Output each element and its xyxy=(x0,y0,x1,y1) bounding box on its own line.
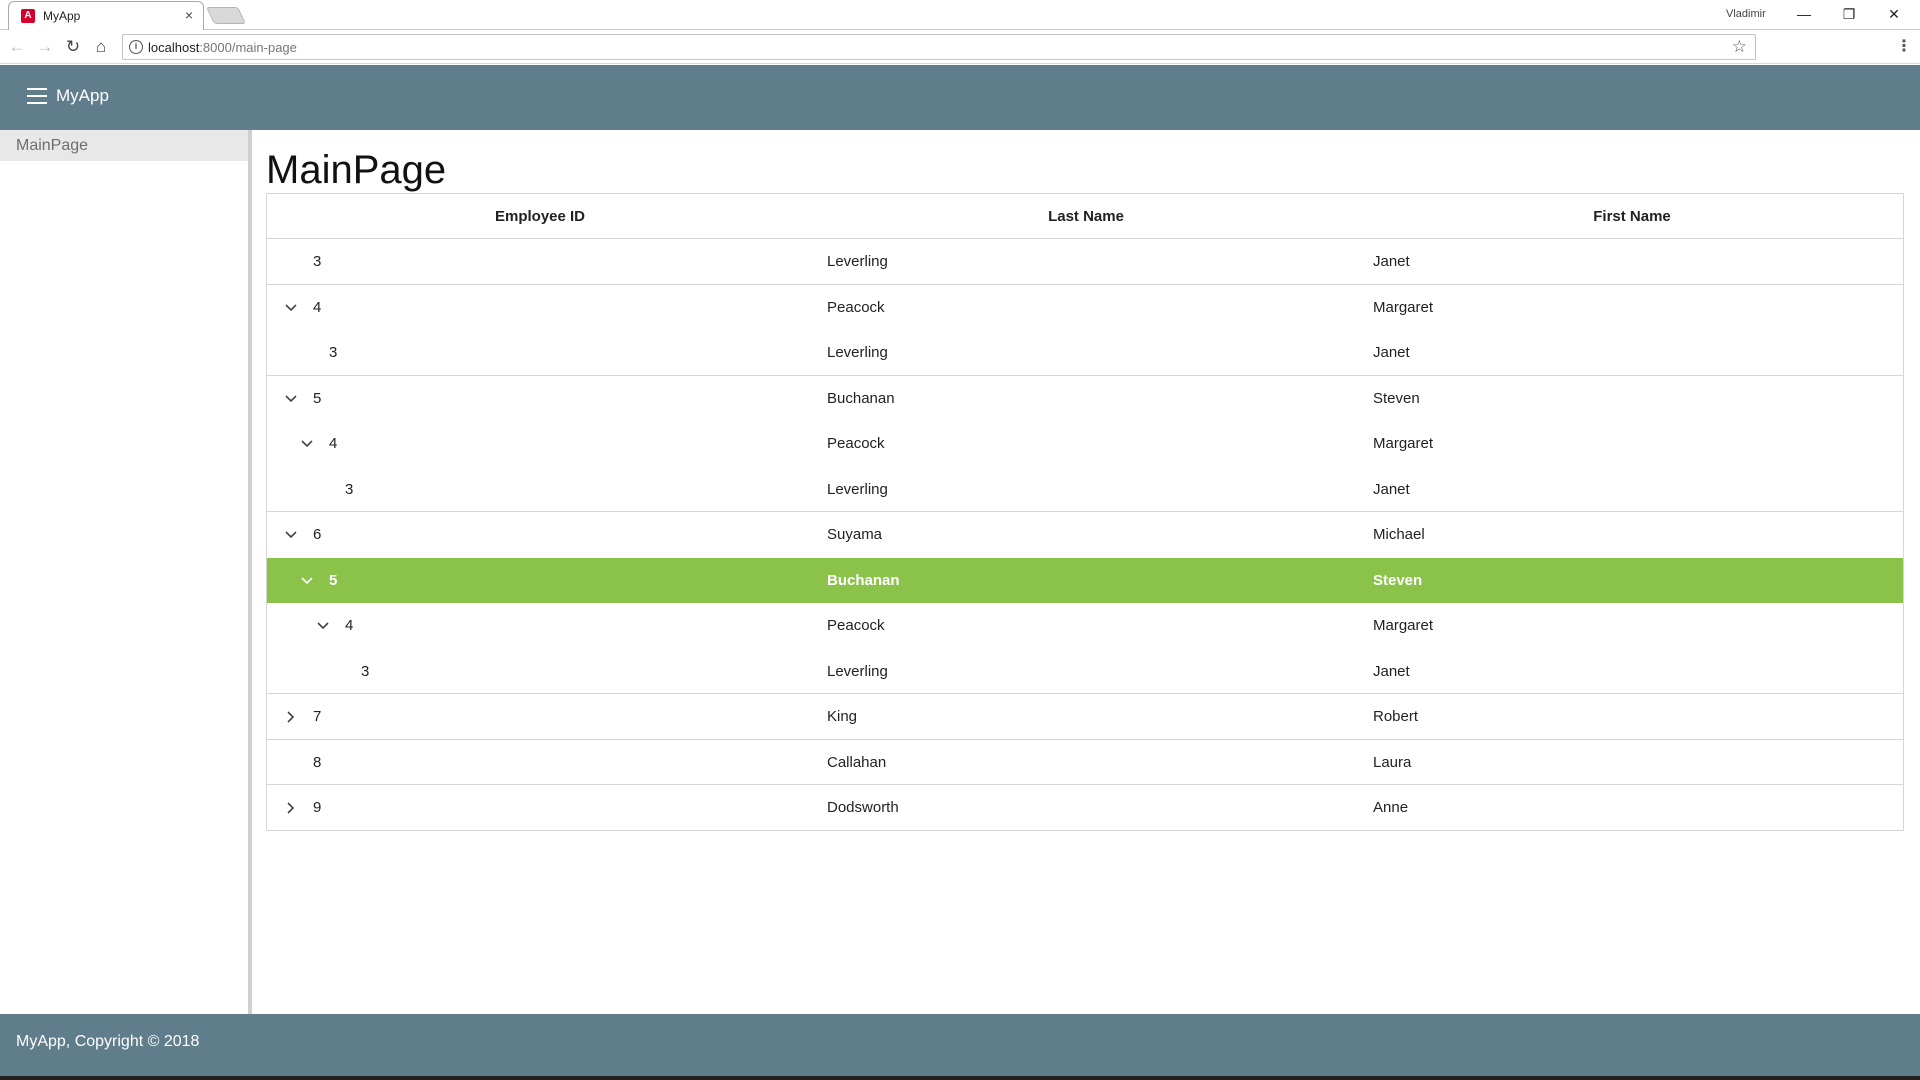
cell-last-name: King xyxy=(827,708,858,725)
chevron-right-icon[interactable] xyxy=(283,785,299,830)
cell-employee-id: 9 xyxy=(313,799,322,816)
column-header-last-name[interactable]: Last Name xyxy=(813,194,1359,239)
table-row[interactable]: 3 Leverling Janet xyxy=(267,239,1903,285)
cell-employee-id: 8 xyxy=(313,753,322,771)
back-arrow-icon[interactable]: ← xyxy=(6,36,28,58)
chevron-down-icon[interactable] xyxy=(283,376,299,421)
cell-first-name: Margaret xyxy=(1373,298,1434,316)
cell-last-name: Callahan xyxy=(827,753,887,771)
url-text[interactable]: localhost:8000/main-page xyxy=(148,40,297,55)
chevron-down-icon[interactable] xyxy=(315,603,331,648)
app-title: MyApp xyxy=(56,86,109,105)
cell-first-name: Michael xyxy=(1373,526,1425,543)
chevron-down-icon[interactable] xyxy=(299,421,315,466)
cell-first-name: Janet xyxy=(1373,253,1410,270)
cell-last-name: Peacock xyxy=(827,435,885,452)
footer-copyright: MyApp, Copyright © 2018 xyxy=(16,1033,200,1050)
cell-last-name: Peacock xyxy=(827,617,885,634)
chevron-down-icon[interactable] xyxy=(283,285,299,330)
cell-first-name: Steven xyxy=(1373,571,1423,589)
table-row[interactable]: 3 Leverling Janet xyxy=(267,649,1903,694)
cell-employee-id: 4 xyxy=(329,435,338,452)
table-row[interactable]: 5 Buchanan Steven xyxy=(267,376,1903,422)
cell-last-name: Dodsworth xyxy=(827,799,899,816)
profile-name[interactable]: Vladimir xyxy=(1726,8,1766,20)
hamburger-menu-icon[interactable] xyxy=(27,88,47,104)
column-header-first-name[interactable]: First Name xyxy=(1359,194,1905,239)
cell-first-name: Robert xyxy=(1373,708,1419,725)
cell-last-name: Leverling xyxy=(827,253,888,270)
tree-grid: Employee ID Last Name First Name 3 Leverl… xyxy=(266,193,1904,831)
window-bottom-edge xyxy=(0,1076,1920,1080)
browser-tabstrip: A MyApp × Vladimir — ❐ ✕ xyxy=(0,0,1920,30)
table-row[interactable]: 7 King Robert xyxy=(267,694,1903,740)
cell-employee-id: 3 xyxy=(329,344,338,361)
table-row[interactable]: 9 Dodsworth Anne xyxy=(267,785,1903,831)
close-window-icon[interactable]: ✕ xyxy=(1880,3,1908,25)
cell-first-name: Margaret xyxy=(1373,617,1434,634)
bookmark-star-icon[interactable]: ☆ xyxy=(1732,37,1747,57)
forward-arrow-icon[interactable]: → xyxy=(34,36,56,58)
table-row[interactable]: 8 Callahan Laura xyxy=(267,740,1903,785)
cell-employee-id: 4 xyxy=(313,298,322,316)
info-icon[interactable]: i xyxy=(129,40,143,54)
angular-favicon-icon: A xyxy=(21,9,35,23)
browser-tab[interactable]: A MyApp × xyxy=(8,1,204,30)
cell-first-name: Janet xyxy=(1373,344,1410,361)
cell-last-name: Suyama xyxy=(827,526,883,543)
cell-first-name: Laura xyxy=(1373,753,1412,771)
table-row[interactable]: 4 Peacock Margaret xyxy=(267,285,1903,331)
table-row[interactable]: 6 Suyama Michael xyxy=(267,512,1903,558)
url-host: localhost xyxy=(148,40,200,55)
cell-employee-id: 5 xyxy=(329,571,338,589)
cell-first-name: Steven xyxy=(1373,389,1420,407)
cell-first-name: Margaret xyxy=(1373,435,1434,452)
grid-body: 3 Leverling Janet 4 Peacock Margaret 3 Leverlin… xyxy=(267,239,1903,831)
restore-icon[interactable]: ❐ xyxy=(1835,3,1863,25)
grid-header: Employee ID Last Name First Name xyxy=(267,194,1903,239)
cell-employee-id: 3 xyxy=(345,480,354,498)
cell-first-name: Anne xyxy=(1373,799,1409,816)
sidebar: MainPage xyxy=(0,130,252,1014)
new-tab-button[interactable] xyxy=(206,7,246,24)
table-row[interactable]: 3 Leverling Janet xyxy=(267,330,1903,376)
sidebar-item-mainpage[interactable]: MainPage xyxy=(0,130,248,161)
chevron-down-icon[interactable] xyxy=(283,512,299,557)
cell-first-name: Janet xyxy=(1373,480,1410,498)
table-row[interactable]: 4 Peacock Margaret xyxy=(267,603,1903,649)
cell-first-name: Janet xyxy=(1373,662,1410,680)
table-row[interactable]: 4 Peacock Margaret xyxy=(267,421,1903,467)
chevron-right-icon[interactable] xyxy=(283,694,299,739)
minimize-icon[interactable]: — xyxy=(1790,3,1818,25)
cell-employee-id: 7 xyxy=(313,708,322,725)
app-header: MyApp xyxy=(0,65,1920,130)
cell-last-name: Buchanan xyxy=(827,571,900,589)
tab-close-icon[interactable]: × xyxy=(185,7,193,23)
column-header-employee-id[interactable]: Employee ID xyxy=(267,194,813,239)
chevron-down-icon[interactable] xyxy=(299,558,315,603)
cell-last-name: Buchanan xyxy=(827,389,895,407)
tab-title: MyApp xyxy=(43,9,81,23)
cell-employee-id: 3 xyxy=(361,662,370,680)
cell-last-name: Leverling xyxy=(827,480,888,498)
url-path: :8000/main-page xyxy=(199,40,297,55)
cell-employee-id: 5 xyxy=(313,389,322,407)
page-title: MainPage xyxy=(266,148,447,192)
cell-last-name: Leverling xyxy=(827,344,888,361)
cell-last-name: Peacock xyxy=(827,298,885,316)
table-row[interactable]: 3 Leverling Janet xyxy=(267,467,1903,512)
cell-employee-id: 4 xyxy=(345,617,354,634)
home-icon[interactable]: ⌂ xyxy=(90,36,112,58)
app-footer: MyApp, Copyright © 2018 xyxy=(0,1014,1920,1080)
reload-icon[interactable]: ↻ xyxy=(62,36,84,58)
cell-last-name: Leverling xyxy=(827,662,888,680)
table-row[interactable]: 5 Buchanan Steven xyxy=(267,557,1903,603)
browser-menu-icon[interactable]: ⋮ xyxy=(1896,36,1912,56)
cell-employee-id: 3 xyxy=(313,253,322,270)
browser-toolbar: ← → ↻ ⌂ i localhost:8000/main-page ☆ ⋮ xyxy=(0,31,1920,64)
address-bar[interactable]: i localhost:8000/main-page ☆ xyxy=(122,34,1756,60)
cell-employee-id: 6 xyxy=(313,526,322,543)
